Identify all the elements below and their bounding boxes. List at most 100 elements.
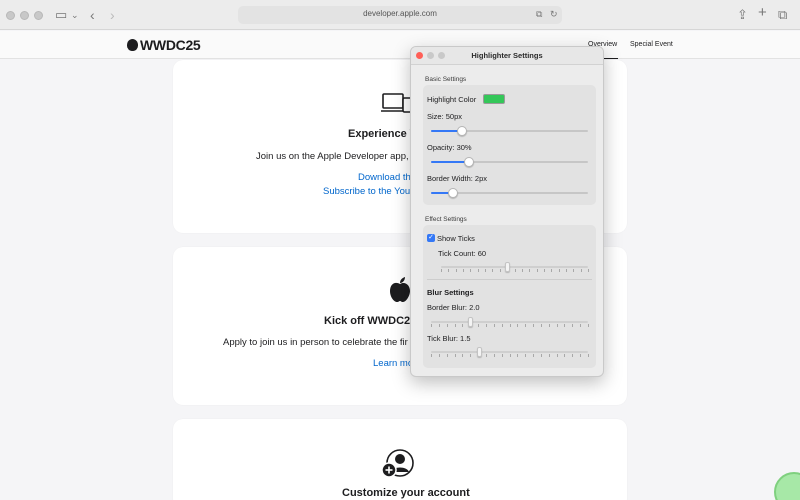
card-title: Customize your account bbox=[342, 487, 470, 499]
border-blur-slider[interactable] bbox=[431, 317, 589, 327]
apple-logo-icon bbox=[390, 277, 410, 302]
slider-tick bbox=[543, 269, 545, 272]
effect-settings-group: ✓ Show Ticks Tick Count: 60 Blur Setting… bbox=[423, 225, 596, 368]
wwdc-logo[interactable]: WWDC25 bbox=[127, 37, 201, 53]
slider-tick bbox=[540, 354, 542, 357]
slider-tick bbox=[514, 269, 516, 272]
slider-tick bbox=[501, 324, 503, 327]
sidebar-toggle-icon[interactable]: ▭ bbox=[55, 7, 67, 23]
slider-tick bbox=[540, 324, 542, 327]
slider-tick bbox=[485, 324, 487, 327]
slider-tick bbox=[462, 324, 464, 327]
slider-tick bbox=[525, 354, 527, 357]
border-blur-label: Border Blur: 2.0 bbox=[427, 303, 480, 312]
slider-tick bbox=[517, 324, 519, 327]
slider-tick bbox=[446, 324, 448, 327]
slider-tick bbox=[548, 354, 550, 357]
slider-tick bbox=[493, 324, 495, 327]
slider-tick bbox=[564, 354, 566, 357]
slider-tick bbox=[438, 324, 440, 327]
subscribe-link[interactable]: Subscribe to the You bbox=[323, 186, 410, 197]
learn-more-link[interactable]: Learn mo bbox=[373, 358, 413, 369]
nav-special-event[interactable]: Special Event bbox=[630, 41, 673, 48]
share-icon[interactable]: ⇪ bbox=[737, 7, 748, 23]
slider-tick bbox=[463, 269, 465, 272]
show-ticks-checkbox[interactable]: ✓ bbox=[427, 234, 435, 242]
slider-tick bbox=[493, 354, 495, 357]
close-window-button[interactable] bbox=[6, 11, 15, 20]
zoom-window-button[interactable] bbox=[34, 11, 43, 20]
new-tab-icon[interactable]: + bbox=[758, 5, 767, 21]
translate-icon[interactable]: ⧉ bbox=[536, 9, 542, 20]
address-bar[interactable]: developer.apple.com ⧉ ↻ bbox=[238, 6, 562, 24]
opacity-slider[interactable] bbox=[431, 157, 588, 167]
slider-tick bbox=[478, 324, 480, 327]
panel-titlebar: Highlighter Settings bbox=[411, 47, 603, 65]
slider-tick bbox=[580, 354, 582, 357]
section-divider bbox=[427, 279, 592, 280]
add-account-icon bbox=[381, 449, 414, 478]
slider-tick bbox=[501, 354, 503, 357]
slider-tick bbox=[556, 324, 558, 327]
slider-tick bbox=[485, 354, 487, 357]
slider-tick bbox=[431, 354, 432, 357]
back-icon[interactable]: ‹ bbox=[90, 7, 95, 23]
slider-tick bbox=[485, 269, 487, 272]
tick-count-slider[interactable] bbox=[441, 262, 589, 272]
slider-tick bbox=[551, 269, 553, 272]
tick-count-label: Tick Count: 60 bbox=[438, 249, 487, 258]
slider-tick bbox=[455, 269, 457, 272]
slider-tick bbox=[548, 324, 550, 327]
slider-tick bbox=[580, 324, 582, 327]
effect-settings-label: Effect Settings bbox=[425, 216, 467, 223]
chevron-down-icon[interactable]: ⌄ bbox=[71, 7, 79, 23]
slider-tick bbox=[441, 269, 442, 272]
slider-tick bbox=[533, 354, 535, 357]
tick-blur-slider[interactable] bbox=[431, 347, 589, 357]
show-ticks-label: Show Ticks bbox=[437, 234, 475, 243]
tick-blur-label: Tick Blur: 1.5 bbox=[427, 334, 471, 343]
highlight-color-well[interactable] bbox=[483, 94, 505, 104]
border-width-slider[interactable] bbox=[431, 188, 588, 198]
minimize-window-button[interactable] bbox=[20, 11, 29, 20]
slider-tick bbox=[556, 354, 558, 357]
slider-tick bbox=[521, 269, 523, 272]
card-text: Apply to join us in person to celebrate … bbox=[223, 337, 408, 348]
slider-tick bbox=[572, 354, 574, 357]
slider-tick bbox=[536, 269, 538, 272]
slider-tick bbox=[470, 269, 472, 272]
size-label: Size: 50px bbox=[427, 112, 463, 121]
slider-tick bbox=[462, 354, 464, 357]
card-title: Kick off WWDC25 bbox=[324, 315, 417, 327]
slider-tick bbox=[588, 324, 589, 327]
forward-icon[interactable]: › bbox=[110, 7, 115, 23]
apple-logo-icon bbox=[127, 39, 138, 51]
slider-tick bbox=[558, 269, 560, 272]
slider-tick bbox=[477, 269, 479, 272]
slider-tick bbox=[572, 324, 574, 327]
slider-tick bbox=[580, 269, 582, 272]
slider-tick bbox=[525, 324, 527, 327]
slider-tick bbox=[588, 354, 589, 357]
slider-tick bbox=[533, 324, 535, 327]
size-slider[interactable] bbox=[431, 126, 588, 136]
corner-badge-icon[interactable] bbox=[774, 472, 800, 500]
slider-tick bbox=[470, 354, 472, 357]
slider-tick bbox=[431, 324, 432, 327]
basic-settings-label: Basic Settings bbox=[425, 76, 467, 83]
slider-tick bbox=[564, 324, 566, 327]
slider-tick bbox=[499, 269, 501, 272]
card-customize: Customize your account bbox=[173, 419, 627, 500]
slider-tick bbox=[438, 354, 440, 357]
url-text: developer.apple.com bbox=[363, 9, 437, 18]
basic-settings-group: Highlight Color Size: 50px Opacity: 30% … bbox=[423, 85, 596, 205]
slider-tick bbox=[529, 269, 531, 272]
tab-overview-icon[interactable]: ⧉ bbox=[778, 7, 787, 23]
slider-tick bbox=[588, 269, 589, 272]
slider-tick bbox=[573, 269, 575, 272]
reload-icon[interactable]: ↻ bbox=[550, 9, 558, 20]
download-link[interactable]: Download th bbox=[358, 172, 411, 183]
slider-tick bbox=[446, 354, 448, 357]
highlight-color-label: Highlight Color bbox=[427, 95, 477, 104]
slider-tick bbox=[565, 269, 567, 272]
